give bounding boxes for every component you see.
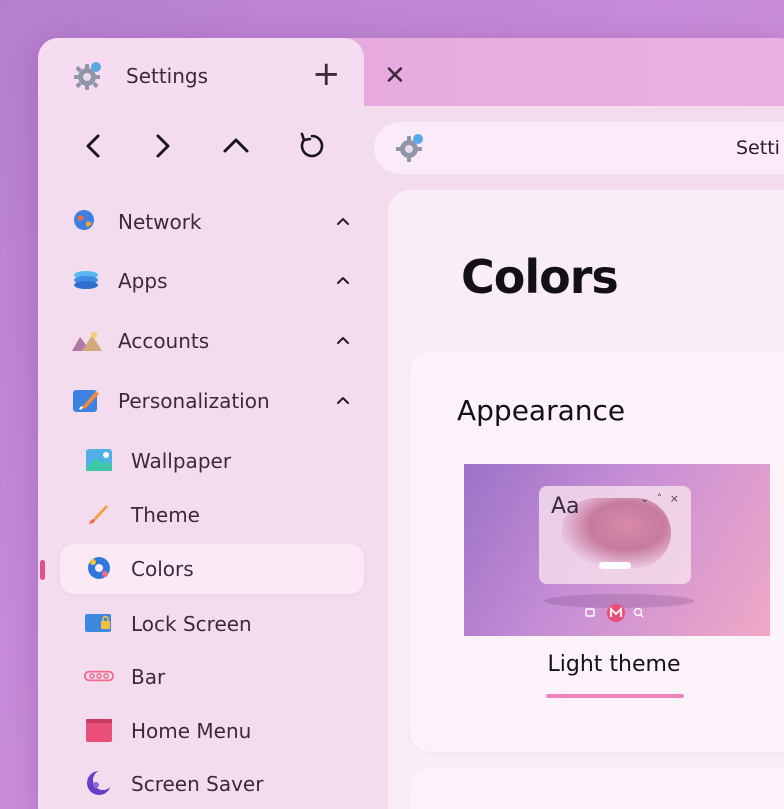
- sidebar-item-label: Apps: [118, 269, 168, 293]
- sidebar-item-label: Colors: [131, 557, 194, 581]
- lock-screen-icon: [85, 614, 111, 632]
- appearance-card: Appearance Aa ⌄ ˄ × Light theme: [410, 352, 784, 752]
- home-menu-icon: [86, 719, 112, 742]
- apps-layers-icon: [74, 271, 98, 289]
- preview-pill: [599, 562, 631, 569]
- next-card: [410, 768, 784, 809]
- preview-window-controls: ⌄ ˄ ×: [640, 492, 681, 505]
- sidebar-item-label: Home Menu: [131, 719, 252, 743]
- preview-sample-text: Aa: [551, 494, 580, 519]
- close-tab-button[interactable]: ✕: [384, 58, 406, 94]
- light-theme-preview[interactable]: Aa ⌄ ˄ ×: [464, 464, 770, 636]
- chevron-left-icon[interactable]: [76, 128, 112, 164]
- colors-palette-icon: [88, 557, 110, 579]
- sidebar: Network Apps Accounts Personalization Wa…: [38, 198, 378, 809]
- sidebar-item-label: Bar: [131, 665, 166, 689]
- selection-indicator: [40, 560, 45, 580]
- settings-window: Settings + ✕ Setti Network Apps Accounts…: [38, 38, 784, 809]
- sidebar-item-label: Network: [118, 210, 202, 234]
- sidebar-item-label: Lock Screen: [131, 612, 252, 636]
- address-text: Setti: [736, 137, 780, 159]
- chevron-right-icon[interactable]: [144, 128, 180, 164]
- bar-icon: [84, 670, 114, 682]
- preview-taskbar: [585, 604, 644, 622]
- sidebar-item-wallpaper[interactable]: Wallpaper: [60, 436, 364, 486]
- settings-gear-icon: [74, 62, 101, 90]
- sidebar-item-label: Personalization: [118, 389, 270, 413]
- accounts-icon: [72, 332, 102, 351]
- preview-window: Aa ⌄ ˄ ×: [539, 486, 691, 584]
- chevron-up-icon[interactable]: [334, 391, 352, 409]
- chevron-up-icon[interactable]: [334, 271, 352, 289]
- personalization-brush-icon: [73, 390, 99, 412]
- wallpaper-icon: [86, 449, 112, 471]
- chevron-up-icon[interactable]: [218, 128, 254, 164]
- selected-theme-underline: [546, 694, 684, 698]
- globe-icon: [74, 210, 94, 230]
- main-content: Colors Appearance Aa ⌄ ˄ × Light theme: [388, 190, 784, 809]
- sidebar-item-colors[interactable]: Colors: [40, 544, 364, 594]
- page-title: Colors: [461, 250, 619, 304]
- chevron-up-icon[interactable]: [334, 331, 352, 349]
- sidebar-item-label: Wallpaper: [131, 449, 232, 473]
- address-bar[interactable]: Setti: [374, 122, 784, 174]
- sidebar-item-screen-saver[interactable]: Screen Saver: [60, 759, 364, 809]
- sidebar-item-home-menu[interactable]: Home Menu: [60, 706, 364, 756]
- sidebar-item-lock-screen[interactable]: Lock Screen: [60, 599, 364, 649]
- sidebar-item-bar[interactable]: Bar: [60, 652, 364, 702]
- sidebar-item-accounts[interactable]: Accounts: [60, 316, 364, 366]
- sidebar-item-label: Theme: [131, 503, 200, 527]
- sidebar-item-personalization[interactable]: Personalization: [60, 376, 364, 426]
- chevron-up-icon[interactable]: [334, 212, 352, 230]
- sidebar-item-theme[interactable]: Theme: [60, 490, 364, 540]
- tab-title: Settings: [126, 64, 209, 88]
- sidebar-item-label: Screen Saver: [131, 772, 264, 796]
- sidebar-item-apps[interactable]: Apps: [60, 256, 364, 306]
- settings-gear-icon: [396, 134, 423, 162]
- section-title: Appearance: [457, 394, 626, 427]
- tab-settings[interactable]: Settings +: [38, 38, 364, 108]
- refresh-icon[interactable]: [294, 128, 330, 164]
- theme-brush-icon: [89, 505, 108, 524]
- new-tab-button[interactable]: +: [312, 54, 341, 94]
- navigation-bar: [38, 108, 378, 184]
- sidebar-item-network[interactable]: Network: [60, 197, 364, 247]
- tab-strip: Settings + ✕: [38, 38, 784, 108]
- screen-saver-icon: [87, 770, 113, 795]
- theme-option-label[interactable]: Light theme: [494, 652, 734, 677]
- sidebar-item-label: Accounts: [118, 329, 210, 353]
